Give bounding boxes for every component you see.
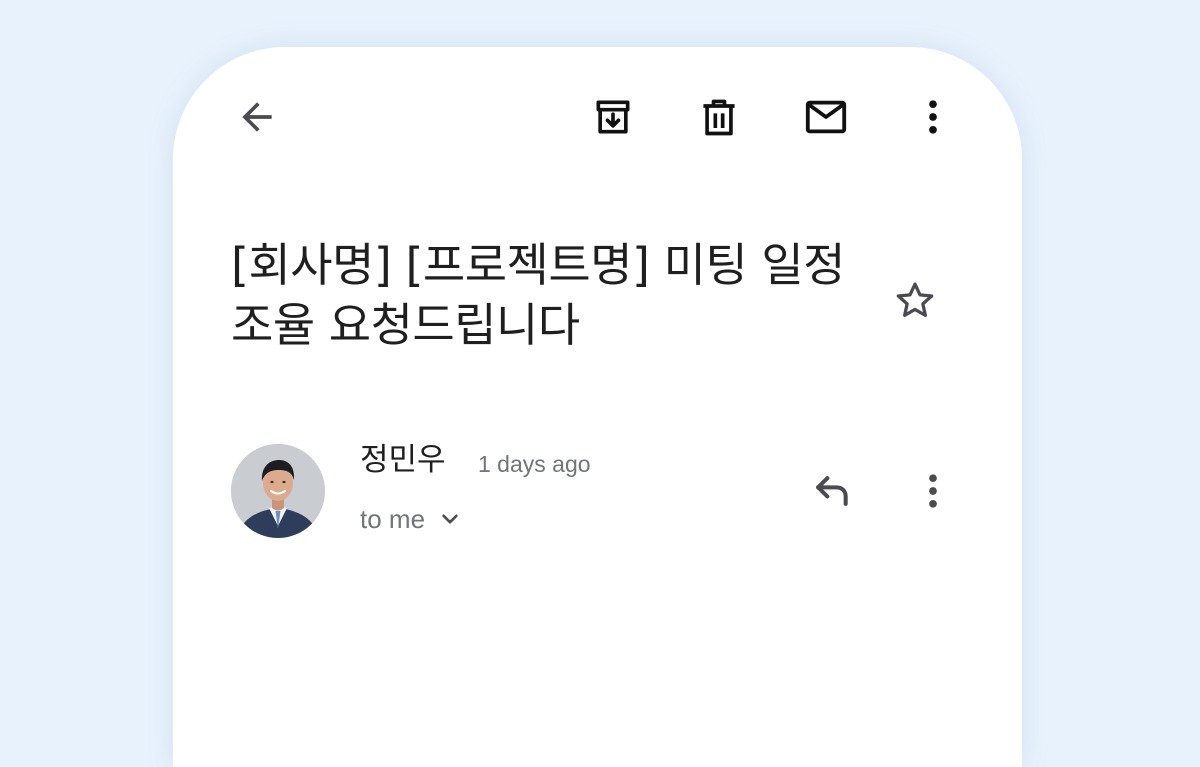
message-more-button[interactable] bbox=[907, 465, 959, 517]
sender-name: 정민우 bbox=[360, 442, 446, 478]
more-options-button[interactable] bbox=[907, 91, 959, 143]
star-button[interactable] bbox=[889, 275, 941, 327]
email-view: [회사명] [프로젝트명] 미팅 일정 조율 요청드립니다 정민우 1 days… bbox=[173, 47, 1022, 767]
recipient-label: to me bbox=[360, 504, 426, 534]
mail-icon bbox=[805, 100, 847, 134]
recipient-details-toggle[interactable]: to me bbox=[360, 502, 461, 536]
chevron-down-icon bbox=[442, 514, 458, 524]
mark-unread-button[interactable] bbox=[800, 91, 852, 143]
back-button[interactable] bbox=[231, 91, 283, 143]
reply-icon bbox=[816, 476, 848, 506]
sender-avatar bbox=[231, 444, 325, 538]
archive-icon bbox=[596, 100, 630, 134]
more-vert-icon bbox=[929, 100, 937, 134]
star-icon bbox=[896, 282, 934, 318]
arrow-left-icon bbox=[242, 102, 272, 132]
more-vert-icon bbox=[929, 474, 937, 508]
sent-timestamp: 1 days ago bbox=[478, 451, 591, 477]
reply-button[interactable] bbox=[805, 465, 857, 517]
delete-button[interactable] bbox=[693, 91, 745, 143]
trash-icon bbox=[703, 99, 735, 136]
email-subject: [회사명] [프로젝트명] 미팅 일정 조율 요청드립니다 bbox=[231, 238, 846, 352]
archive-button[interactable] bbox=[587, 91, 639, 143]
